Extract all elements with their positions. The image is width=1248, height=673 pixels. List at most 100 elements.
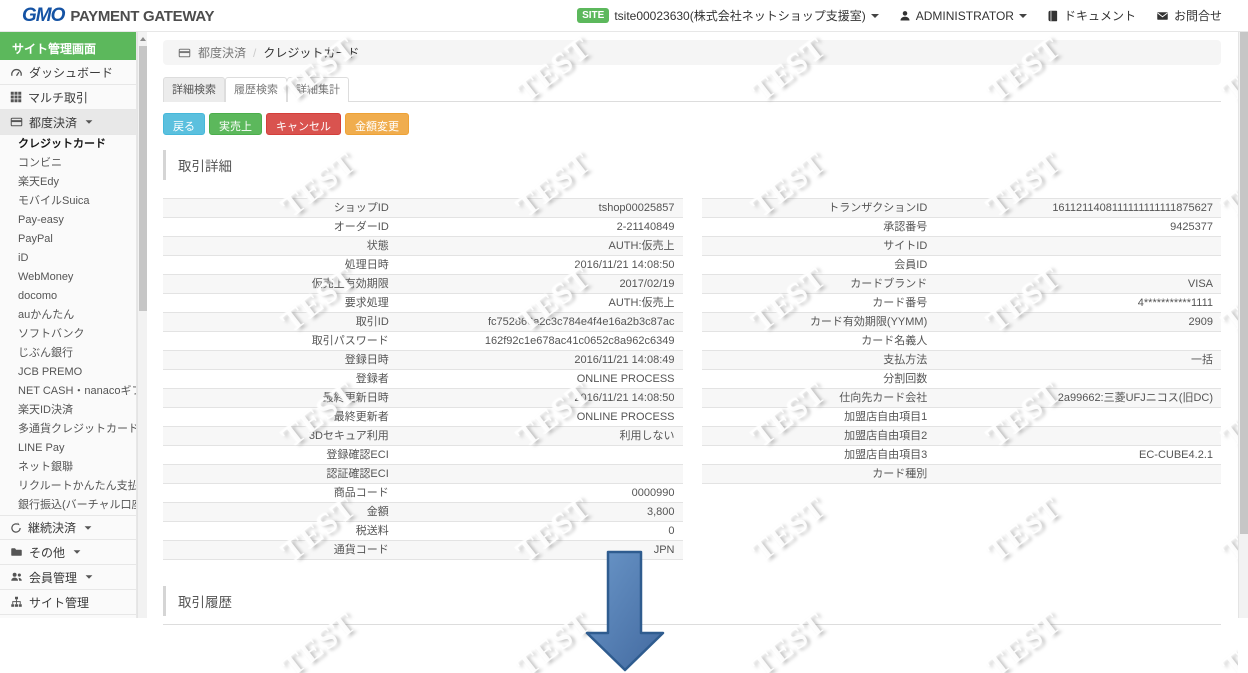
sidebar-item-label: 継続決済 bbox=[28, 521, 77, 535]
row-value: 利用しない bbox=[396, 426, 683, 446]
documents-link[interactable]: ドキュメント bbox=[1047, 7, 1136, 24]
row-value bbox=[396, 464, 683, 484]
table-row: 金額 3,800 bbox=[163, 502, 683, 522]
sidebar-subitem-payment-method[interactable]: LINE Pay bbox=[0, 439, 136, 458]
row-value: 2-21140849 bbox=[396, 217, 683, 237]
breadcrumb-current: クレジットカード bbox=[263, 46, 360, 60]
table-row: 最終更新日時 2016/11/21 14:08:50 bbox=[163, 388, 683, 408]
tab-detail-search[interactable]: 詳細検索 bbox=[163, 77, 225, 102]
row-value: 0000990 bbox=[396, 483, 683, 503]
row-label: カードブランド bbox=[701, 274, 936, 294]
administrator-menu[interactable]: ADMINISTRATOR bbox=[899, 9, 1027, 23]
row-label: 最終更新者 bbox=[163, 407, 397, 427]
table-row: カード名義人 bbox=[701, 331, 1221, 351]
row-label: 要求処理 bbox=[163, 293, 397, 313]
sidebar-subitem-payment-method[interactable]: 楽天Edy bbox=[0, 173, 136, 192]
table-row: 加盟店自由項目3 EC-CUBE4.2.1 bbox=[701, 445, 1221, 465]
row-label: 加盟店自由項目3 bbox=[701, 445, 936, 465]
sidebar-subitem-payment-method[interactable]: PayPal bbox=[0, 230, 136, 249]
sidebar-subitem-payment-method[interactable]: 銀行振込(バーチャル口座) bbox=[0, 496, 136, 515]
row-value bbox=[935, 426, 1221, 446]
row-label: 最終更新日時 bbox=[163, 388, 397, 408]
sidebar-subitem-payment-method[interactable]: 楽天ID決済 bbox=[0, 401, 136, 420]
table-row: 加盟店自由項目1 bbox=[701, 407, 1221, 427]
sidebar-scrollbar-thumb[interactable] bbox=[139, 46, 147, 311]
sidebar-subitem-payment-method[interactable]: auかんたん bbox=[0, 306, 136, 325]
sidebar-item-site-admin[interactable]: サイト管理 bbox=[0, 590, 136, 615]
amount-change-button[interactable]: 金額変更 bbox=[345, 113, 409, 135]
sidebar-item-dashboard[interactable]: ダッシュボード bbox=[0, 60, 136, 85]
topbar-menu: SITE tsite00023630(株式会社ネットショップ支援室) ADMIN… bbox=[577, 7, 1234, 24]
book-icon bbox=[1047, 10, 1059, 22]
row-label: 登録者 bbox=[163, 369, 397, 389]
row-label: 加盟店自由項目1 bbox=[701, 407, 936, 427]
sidebar-item-label: サイト管理 bbox=[29, 595, 90, 610]
sidebar-subitem-payment-method[interactable]: Pay-easy bbox=[0, 211, 136, 230]
sidebar-item-others[interactable]: その他 bbox=[0, 540, 136, 565]
tab-detail-aggregate[interactable]: 詳細集計 bbox=[287, 77, 349, 102]
tab-history-search[interactable]: 履歴検索 bbox=[225, 77, 287, 102]
refresh-icon bbox=[10, 521, 22, 534]
sidebar-subitem-payment-method[interactable]: WebMoney bbox=[0, 268, 136, 287]
sidebar-subitem-payment-method[interactable]: ソフトバンク bbox=[0, 325, 136, 344]
back-button[interactable]: 戻る bbox=[163, 113, 205, 135]
documents-label: ドキュメント bbox=[1063, 9, 1136, 23]
row-value bbox=[935, 236, 1221, 256]
transaction-history-heading: 取引履歴 bbox=[163, 586, 1221, 616]
row-value: 162f92c1e678ac41c0652c8a962c6349 bbox=[396, 331, 683, 351]
sidebar-subitem-payment-method[interactable]: リクルートかんたん支払い bbox=[0, 477, 136, 496]
sidebar-subitem-payment-method[interactable]: クレジットカード bbox=[0, 135, 136, 154]
row-label: 加盟店自由項目2 bbox=[701, 426, 936, 446]
main-content: 都度決済 / クレジットカード 詳細検索 履歴検索 詳細集計 戻る 実売上 キャ… bbox=[147, 32, 1238, 625]
sidebar-subitem-payment-method[interactable]: ネット銀聯 bbox=[0, 458, 136, 477]
sidebar-item-label: その他 bbox=[29, 545, 66, 560]
row-value: EC-CUBE4.2.1 bbox=[935, 445, 1221, 465]
row-value: 一括 bbox=[935, 350, 1221, 370]
table-row: カードブランド VISA bbox=[701, 274, 1221, 294]
site-selector[interactable]: SITE tsite00023630(株式会社ネットショップ支援室) bbox=[577, 7, 879, 24]
sidebar-item-multi-trade[interactable]: マルチ取引 bbox=[0, 85, 136, 110]
scroll-up-button[interactable] bbox=[138, 32, 147, 45]
row-label: 通貨コード bbox=[163, 540, 397, 560]
cancel-button[interactable]: キャンセル bbox=[266, 113, 341, 135]
row-value: 2909 bbox=[935, 312, 1221, 332]
row-value: AUTH:仮売上 bbox=[396, 293, 683, 313]
sidebar-item-per-payment[interactable]: 都度決済 bbox=[0, 110, 136, 135]
row-value bbox=[935, 331, 1221, 351]
sidebar-subitem-payment-method[interactable]: JCB PREMO bbox=[0, 363, 136, 382]
sidebar-subitem-payment-method[interactable]: モバイルSuica bbox=[0, 192, 136, 211]
table-row: 取引パスワード 162f92c1e678ac41c0652c8a962c6349 bbox=[163, 331, 683, 351]
row-label: 登録確認ECI bbox=[163, 445, 397, 465]
contact-link[interactable]: お問合せ bbox=[1156, 7, 1222, 24]
transaction-detail-heading: 取引詳細 bbox=[163, 150, 1221, 180]
users-icon bbox=[10, 571, 23, 583]
row-label: 金額 bbox=[163, 502, 397, 522]
sidebar-item-label: 会員管理 bbox=[29, 570, 78, 585]
credit-card-icon bbox=[178, 47, 191, 59]
sidebar-subitem-payment-method[interactable]: じぶん銀行 bbox=[0, 344, 136, 363]
sidebar-subitem-payment-method[interactable]: コンビニ bbox=[0, 154, 136, 173]
table-row: 登録日時 2016/11/21 14:08:49 bbox=[163, 350, 683, 370]
sidebar-subitem-payment-method[interactable]: NET CASH・nanacoギフト bbox=[0, 382, 136, 401]
sidebar-item-recurring[interactable]: 継続決済 bbox=[0, 515, 136, 540]
row-label: オーダーID bbox=[163, 217, 397, 237]
capture-sale-button[interactable]: 実売上 bbox=[209, 113, 262, 135]
breadcrumb-parent[interactable]: 都度決済 bbox=[198, 44, 246, 61]
sidebar-subitem-payment-method[interactable]: iD bbox=[0, 249, 136, 268]
gmo-logo: GMO PAYMENT GATEWAY bbox=[22, 5, 215, 27]
row-value bbox=[935, 407, 1221, 427]
row-value: 4***********1111 bbox=[935, 293, 1221, 313]
row-label: 取引パスワード bbox=[163, 331, 397, 351]
page-scrollbar[interactable] bbox=[1238, 0, 1248, 618]
sidebar-scrollbar[interactable] bbox=[137, 32, 147, 618]
scroll-up-icon bbox=[139, 36, 146, 41]
sidebar-subitem-payment-method[interactable]: 多通貨クレジットカード bbox=[0, 420, 136, 439]
dashboard-icon bbox=[10, 66, 23, 79]
sidebar-subitem-payment-method[interactable]: docomo bbox=[0, 287, 136, 306]
sidebar-item-members[interactable]: 会員管理 bbox=[0, 565, 136, 590]
row-value bbox=[935, 255, 1221, 275]
table-row: 認証確認ECI bbox=[163, 464, 683, 484]
page-scrollbar-thumb[interactable] bbox=[1240, 14, 1248, 534]
table-row: 加盟店自由項目2 bbox=[701, 426, 1221, 446]
breadcrumb: 都度決済 / クレジットカード bbox=[163, 40, 1221, 65]
